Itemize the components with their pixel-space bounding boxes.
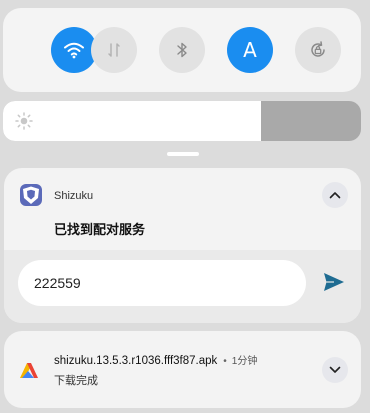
- download-notification[interactable]: shizuku.13.5.3.r1036.fff3f87.apk • 1分钟 下载完…: [4, 331, 361, 408]
- auto-brightness-toggle[interactable]: A: [227, 27, 273, 73]
- reply-bar: [4, 250, 361, 323]
- sun-icon: [15, 112, 33, 130]
- quick-settings-panel: A: [3, 8, 361, 92]
- file-name: shizuku.13.5.3.r1036.fff3f87.apk: [54, 355, 218, 367]
- mobile-data-toggle[interactable]: [91, 27, 137, 73]
- chevron-up-icon: [329, 192, 341, 199]
- brightness-level: [3, 101, 261, 141]
- shizuku-notification[interactable]: Shizuku 已找到配对服务: [4, 168, 361, 323]
- download-status: 下载完成: [54, 375, 98, 387]
- shizuku-app-icon: [20, 184, 42, 206]
- download-title-line: shizuku.13.5.3.r1036.fff3f87.apk • 1分钟: [54, 352, 257, 367]
- notification-title: 已找到配对服务: [54, 222, 146, 237]
- send-icon[interactable]: [322, 270, 346, 294]
- drag-handle[interactable]: [167, 152, 199, 156]
- separator: •: [223, 356, 227, 367]
- reply-input[interactable]: [18, 260, 306, 306]
- notification-time: 1分钟: [231, 356, 258, 367]
- app-name: Shizuku: [54, 190, 94, 202]
- auto-rotate-icon: [311, 41, 325, 57]
- auto-brightness-icon: A: [243, 38, 257, 62]
- download-app-icon: [20, 363, 38, 378]
- expand-button[interactable]: [322, 357, 348, 383]
- brightness-slider[interactable]: [3, 101, 361, 141]
- bluetooth-icon: [177, 42, 187, 58]
- wifi-icon: [64, 42, 84, 59]
- auto-rotate-toggle[interactable]: [295, 27, 341, 73]
- collapse-button[interactable]: [322, 182, 348, 208]
- chevron-down-icon: [329, 366, 341, 373]
- mobile-data-icon: [108, 43, 120, 57]
- bluetooth-toggle[interactable]: [159, 27, 205, 73]
